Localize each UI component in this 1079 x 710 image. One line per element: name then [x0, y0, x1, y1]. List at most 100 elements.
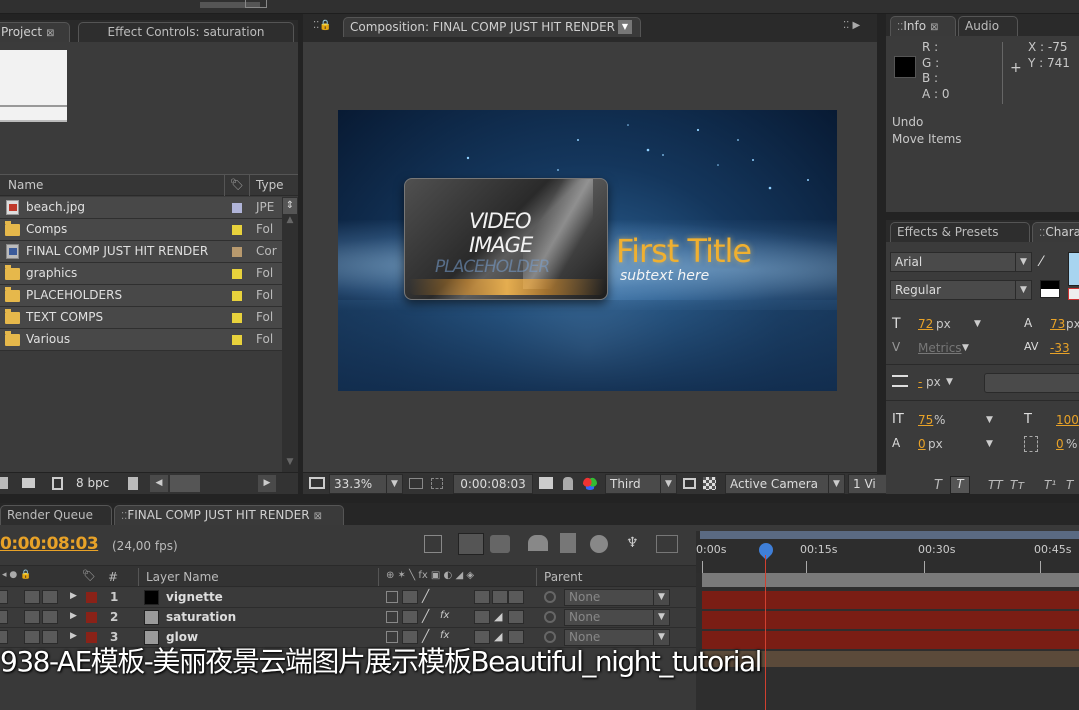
tab-audio[interactable]: Audio [958, 16, 1018, 36]
label-color-swatch[interactable] [232, 247, 242, 257]
layer-name[interactable]: vignette [166, 590, 223, 604]
motion-blur-switch[interactable] [492, 590, 508, 604]
no-stroke-icon[interactable] [1068, 288, 1079, 300]
scroll-left-icon[interactable]: ◀ [150, 475, 168, 492]
stroke-width-value[interactable]: - [918, 375, 922, 389]
scroll-down-icon[interactable]: ▼ [284, 457, 296, 471]
visibility-toggle[interactable] [0, 590, 8, 604]
transparency-grid-icon[interactable] [703, 477, 716, 490]
channel-icon[interactable] [583, 477, 597, 490]
tab-render-queue[interactable]: Render Queue [0, 505, 112, 525]
draft-3d-icon[interactable] [458, 533, 484, 555]
resize-handle-icon[interactable]: ⇕ [283, 198, 297, 214]
layer-bar-vignette[interactable] [702, 591, 1079, 609]
resolution-dropdown[interactable]: Third ▼ [605, 474, 677, 494]
composition-mini-flowchart-icon[interactable] [424, 535, 442, 553]
label-color-swatch[interactable] [232, 203, 242, 213]
horizontal-scale-value[interactable]: 100 [1056, 413, 1079, 427]
frame-blend-switch[interactable] [474, 610, 490, 624]
pickwhip-icon[interactable] [544, 591, 556, 603]
adjustment-switch[interactable] [508, 590, 524, 604]
kerning-chevron-icon[interactable]: ▼ [962, 343, 969, 353]
frame-blending-icon[interactable] [528, 535, 548, 551]
stroke-black-white-icon[interactable] [1040, 280, 1060, 298]
new-folder-icon[interactable] [22, 478, 35, 488]
tab-effect-controls[interactable]: Effect Controls: saturation [78, 22, 294, 42]
tab-composition[interactable]: Composition: FINAL COMP JUST HIT RENDER … [343, 17, 641, 37]
motion-blur-icon[interactable] [560, 533, 576, 553]
fill-color-swatch[interactable] [1068, 252, 1079, 286]
current-time-display[interactable]: 0:00:08:03 [0, 534, 99, 554]
shy-switch-icon[interactable] [386, 611, 398, 623]
font-family-dropdown[interactable]: Arial ▼ [890, 252, 1032, 272]
scroll-up-icon[interactable]: ▲ [284, 215, 296, 229]
always-preview-icon[interactable] [309, 477, 325, 489]
superscript-icon[interactable]: T¹ [1044, 478, 1056, 492]
scroll-right-icon[interactable]: ▶ [258, 475, 276, 492]
interpret-icon[interactable] [0, 477, 8, 489]
label-color-swatch[interactable] [232, 269, 242, 279]
frame-blend-switch[interactable] [474, 590, 490, 604]
all-caps-icon[interactable]: TT [988, 478, 1003, 492]
project-item[interactable]: graphics Fol [0, 263, 282, 285]
views-dropdown[interactable]: 1 Vi [848, 474, 888, 494]
tab-character[interactable]: ⁚⁚Chara [1032, 222, 1079, 242]
layer-label-color[interactable] [86, 612, 97, 623]
adjustment-switch[interactable] [508, 610, 524, 624]
project-item[interactable]: TEXT COMPS Fol [0, 307, 282, 329]
new-comp-icon[interactable] [52, 477, 63, 490]
quality-switch-icon[interactable]: ╱ [422, 589, 429, 603]
audio-toggle[interactable] [24, 590, 40, 604]
vertical-scale-value[interactable]: 75 [918, 413, 933, 427]
label-color-swatch[interactable] [232, 291, 242, 301]
panel-menu-icon[interactable]: ⁚⁚ ▶ [843, 20, 860, 31]
baseline-chevron-icon[interactable]: ▼ [986, 439, 993, 449]
expand-triangle-icon[interactable]: ▶ [70, 611, 77, 621]
collapse-switch[interactable] [402, 610, 418, 624]
font-size-chevron-icon[interactable]: ▼ [974, 319, 981, 329]
toolbar-button[interactable] [245, 0, 267, 8]
effect-switch-icon[interactable]: fx [440, 610, 449, 621]
column-name[interactable]: Name [8, 178, 43, 192]
comp-menu-chevron-icon[interactable]: ▼ [618, 20, 632, 34]
label-column-icon[interactable]: 🏷 [224, 175, 250, 196]
close-icon[interactable]: ⊠ [314, 511, 322, 522]
parent-dropdown[interactable]: None ▼ [564, 609, 670, 626]
camera-dropdown[interactable]: Active Camera ▼ [725, 474, 845, 494]
kerning-value[interactable]: Metrics [918, 341, 962, 355]
visibility-toggle[interactable] [0, 610, 8, 624]
lock-icon[interactable]: ⁚⁚🔒 [313, 20, 332, 31]
collapse-switch[interactable] [402, 590, 418, 604]
project-item[interactable]: Comps Fol [0, 219, 282, 241]
navigator-bar[interactable] [702, 573, 1079, 587]
subscript-icon[interactable]: T [1066, 478, 1073, 492]
brainstorm-icon[interactable] [590, 535, 608, 553]
layer-name[interactable]: saturation [166, 610, 236, 624]
project-item[interactable]: Various Fol [0, 329, 282, 351]
layer-label-color[interactable] [86, 592, 97, 603]
tsume-value[interactable]: 0 [1056, 437, 1064, 451]
composition-viewer[interactable]: VIDEO IMAGE PLACEHOLDER First Title subt… [338, 110, 837, 391]
work-area-bar[interactable] [700, 531, 1079, 539]
faux-bold-icon[interactable]: T [950, 476, 970, 494]
label-color-swatch[interactable] [232, 313, 242, 323]
column-layer-name[interactable]: Layer Name [146, 570, 219, 584]
layer-row[interactable]: ▶ 2 saturation ╱ fx ◢ None ▼ [0, 608, 700, 628]
project-item[interactable]: FINAL COMP JUST HIT RENDER Cor [0, 241, 282, 263]
layer-row[interactable]: ▶ 1 vignette ╱ None ▼ [0, 588, 700, 608]
solo-toggle[interactable] [42, 590, 58, 604]
faux-italic-icon[interactable]: T [934, 478, 942, 493]
project-item[interactable]: PLACEHOLDERS Fol [0, 285, 282, 307]
label-color-swatch[interactable] [232, 335, 242, 345]
project-item[interactable]: beach.jpg JPE [0, 197, 282, 219]
mask-visibility-icon[interactable] [431, 478, 443, 489]
auto-keyframe-icon[interactable]: ♆ [626, 535, 646, 553]
time-ruler[interactable]: 0:00s 00:15s 00:30s 00:45s [696, 531, 1079, 573]
close-icon[interactable]: ⊠ [46, 28, 54, 39]
font-style-dropdown[interactable]: Regular ▼ [890, 280, 1032, 300]
close-icon[interactable]: ⊠ [930, 22, 938, 33]
current-time-field[interactable]: 0:00:08:03 [453, 474, 533, 494]
vertical-scale-chevron-icon[interactable]: ▼ [986, 415, 993, 425]
project-scrollbar[interactable]: ▲ ▼ [282, 197, 298, 473]
eyedropper-icon[interactable]: ⁄ [1040, 254, 1042, 270]
